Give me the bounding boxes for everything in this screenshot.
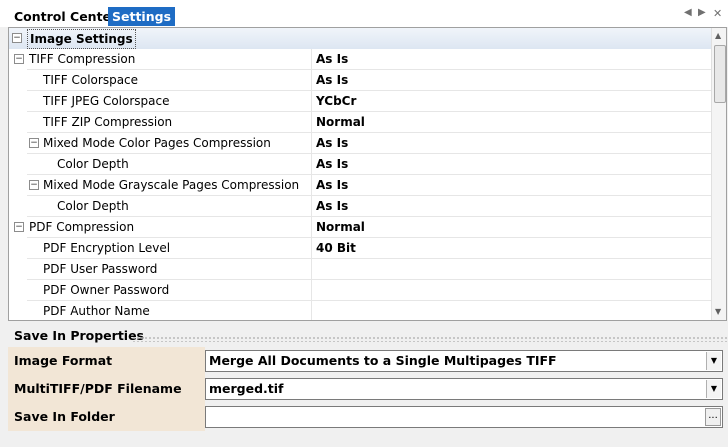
property-value[interactable]: As Is	[316, 175, 348, 195]
scroll-up-icon[interactable]: ▲	[715, 31, 721, 40]
column-divider	[311, 301, 312, 320]
save-in-header: Save In Properties	[8, 326, 728, 346]
property-label: TIFF JPEG Colorspace	[43, 94, 170, 108]
column-divider	[311, 49, 312, 70]
property-label: PDF User Password	[43, 262, 158, 276]
property-label: Mixed Mode Color Pages Compression	[43, 136, 271, 150]
property-label: PDF Author Name	[43, 304, 150, 318]
grid-property-row[interactable]: Color Depth As Is	[9, 154, 711, 175]
scroll-down-icon[interactable]: ▼	[715, 307, 721, 316]
nav-next-icon[interactable]: ▶	[698, 7, 706, 18]
property-label: TIFF Colorspace	[43, 73, 139, 87]
grid-property-row[interactable]: TIFF Colorspace As Is	[9, 70, 711, 91]
filename-select[interactable]: merged.tif ▼	[205, 378, 723, 400]
vertical-scrollbar[interactable]: ▲ ▼	[711, 28, 726, 320]
property-value[interactable]: YCbCr	[316, 91, 356, 111]
property-label: Mixed Mode Grayscale Pages Compression	[43, 178, 300, 192]
save-in-properties: Save In Properties Image Format Merge Al…	[8, 321, 728, 447]
filename-label: MultiTIFF/PDF Filename	[8, 375, 205, 403]
filename-value: merged.tif	[209, 381, 284, 396]
tab-settings[interactable]: Settings	[108, 7, 176, 26]
column-divider	[311, 217, 312, 238]
column-divider	[311, 175, 312, 196]
folder-label: Save In Folder	[8, 403, 205, 431]
property-grid: − Image Settings − TIFF Compression As Is TIF…	[8, 27, 727, 321]
column-divider	[311, 238, 312, 259]
property-value[interactable]: As Is	[316, 49, 348, 69]
filename-row: MultiTIFF/PDF Filename merged.tif ▼	[8, 375, 728, 403]
column-divider	[311, 133, 312, 154]
nav-prev-icon[interactable]: ◀	[684, 7, 692, 18]
grid-property-row[interactable]: − Mixed Mode Color Pages Compression As Is	[9, 133, 711, 154]
column-divider	[311, 196, 312, 217]
collapse-toggle-icon[interactable]: −	[14, 54, 24, 64]
grid-property-row[interactable]: PDF Owner Password	[9, 280, 711, 301]
property-value[interactable]: 40 Bit	[316, 238, 356, 258]
column-divider	[311, 259, 312, 280]
property-label: Color Depth	[57, 199, 129, 213]
column-divider	[311, 91, 312, 112]
column-divider	[311, 70, 312, 91]
property-value[interactable]: Normal	[316, 217, 365, 237]
save-in-title: Save In Properties	[14, 328, 144, 343]
property-value[interactable]: As Is	[316, 70, 348, 90]
header-divider	[132, 336, 728, 342]
collapse-toggle-icon[interactable]: −	[29, 138, 39, 148]
browse-button[interactable]: ...	[705, 408, 721, 426]
grid-property-row[interactable]: TIFF JPEG Colorspace YCbCr	[9, 91, 711, 112]
grid-property-row[interactable]: − PDF Compression Normal	[9, 217, 711, 238]
grid-property-row[interactable]: − Mixed Mode Grayscale Pages Compression A…	[9, 175, 711, 196]
collapse-toggle-icon[interactable]: −	[12, 33, 22, 43]
property-label: PDF Encryption Level	[43, 241, 171, 255]
triangle-down-icon[interactable]: ▼	[706, 380, 721, 398]
property-label: TIFF Compression	[29, 52, 136, 66]
folder-input[interactable]: ...	[205, 406, 723, 428]
tab-control-center[interactable]: Control Center	[10, 7, 121, 26]
property-label: Image Settings	[27, 29, 136, 49]
tab-bar: Control Center Settings ◀ ▶ ✕	[0, 0, 728, 27]
property-label: Color Depth	[57, 157, 129, 171]
property-value[interactable]: As Is	[316, 154, 348, 174]
close-icon[interactable]: ✕	[713, 7, 722, 20]
image-format-label: Image Format	[8, 347, 205, 375]
property-label: PDF Compression	[29, 220, 135, 234]
column-divider	[311, 112, 312, 133]
property-label: TIFF ZIP Compression	[43, 115, 173, 129]
image-format-select[interactable]: Merge All Documents to a Single Multipag…	[205, 350, 723, 372]
grid-property-row[interactable]: TIFF ZIP Compression Normal	[9, 112, 711, 133]
folder-row: Save In Folder ...	[8, 403, 728, 431]
image-format-row: Image Format Merge All Documents to a Si…	[8, 347, 728, 375]
grid-property-row[interactable]: Color Depth As Is	[9, 196, 711, 217]
image-format-value: Merge All Documents to a Single Multipag…	[209, 353, 557, 368]
property-value[interactable]: Normal	[316, 112, 365, 132]
property-value[interactable]: As Is	[316, 133, 348, 153]
grid-property-row[interactable]: PDF Author Name	[9, 301, 711, 320]
collapse-toggle-icon[interactable]: −	[29, 180, 39, 190]
grid-property-row[interactable]: PDF Encryption Level 40 Bit	[9, 238, 711, 259]
collapse-toggle-icon[interactable]: −	[14, 222, 24, 232]
grid-property-row[interactable]: PDF User Password	[9, 259, 711, 280]
grid-category-row[interactable]: − Image Settings	[9, 28, 711, 49]
column-divider	[311, 280, 312, 301]
scroll-thumb[interactable]	[714, 45, 726, 103]
grid-property-row[interactable]: − TIFF Compression As Is	[9, 49, 711, 70]
property-label: PDF Owner Password	[43, 283, 170, 297]
triangle-down-icon[interactable]: ▼	[706, 352, 721, 370]
column-divider	[311, 154, 312, 175]
property-value[interactable]: As Is	[316, 196, 348, 216]
